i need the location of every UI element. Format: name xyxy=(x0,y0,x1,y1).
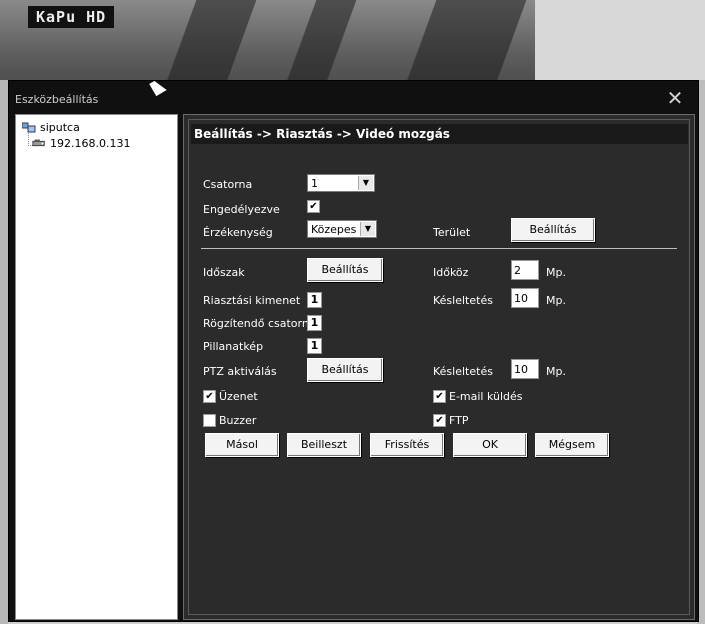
chevron-down-icon: ▼ xyxy=(360,222,375,236)
message-checkbox[interactable]: ✔ xyxy=(203,390,216,403)
interval-label: Időköz xyxy=(433,266,469,279)
title-bar: Eszközbeállítás ✕ xyxy=(9,81,698,111)
snapshot-label: Pillanatkép xyxy=(203,340,264,353)
ptz-delay-input[interactable]: 10 xyxy=(511,359,539,379)
enabled-label: Engedélyezve xyxy=(203,203,280,216)
paste-button[interactable]: Beilleszt xyxy=(287,433,361,457)
buzzer-checkbox[interactable] xyxy=(203,414,216,427)
divider xyxy=(201,248,677,249)
snapshot-channel[interactable]: 1 xyxy=(307,338,322,354)
sensitivity-select[interactable]: Közepes ▼ xyxy=(307,220,377,238)
device-tree: siputca 192.168.0.131 xyxy=(15,114,178,620)
email-label: E-mail küldés xyxy=(449,390,523,403)
chevron-down-icon: ▼ xyxy=(358,176,373,190)
ftp-label: FTP xyxy=(449,414,469,427)
ptz-delay-unit: Mp. xyxy=(546,365,566,378)
tree-item-device[interactable]: 192.168.0.131 xyxy=(32,137,130,150)
interval-unit: Mp. xyxy=(546,266,566,279)
interval-input[interactable]: 2 xyxy=(511,260,539,280)
ok-button[interactable]: OK xyxy=(453,433,527,457)
tree-item-root-label: siputca xyxy=(40,121,80,134)
tree-item-device-label: 192.168.0.131 xyxy=(50,137,131,150)
breadcrumb: Beállítás -> Riasztás -> Videó mozgás xyxy=(191,124,688,144)
channel-select[interactable]: 1 ▼ xyxy=(307,174,375,192)
cancel-button[interactable]: Mégsem xyxy=(535,433,609,457)
refresh-button[interactable]: Frissítés xyxy=(370,433,444,457)
alarm-output-label: Riasztási kimenet xyxy=(203,294,301,307)
ptz-settings-button[interactable]: Beállítás xyxy=(307,358,383,382)
record-channel-label: Rögzítendő csatorna xyxy=(203,317,316,330)
settings-panel-inner: Beállítás -> Riasztás -> Videó mozgás Cs… xyxy=(188,119,690,615)
camera-label: KaPu HD xyxy=(28,6,115,28)
message-label: Üzenet xyxy=(219,390,258,403)
sensitivity-value: Közepes xyxy=(311,223,357,236)
ptz-delay-label: Késleltetés xyxy=(433,365,493,378)
buzzer-label: Buzzer xyxy=(219,414,257,427)
ftp-checkbox[interactable]: ✔ xyxy=(433,414,446,427)
email-checkbox[interactable]: ✔ xyxy=(433,390,446,403)
ptz-label: PTZ aktiválás xyxy=(203,365,277,378)
device-icon xyxy=(32,139,45,147)
delay-input[interactable]: 10 xyxy=(511,288,539,308)
record-channel[interactable]: 1 xyxy=(307,315,322,331)
alarm-output-channel[interactable]: 1 xyxy=(307,292,322,308)
window-title: Eszközbeállítás xyxy=(15,93,99,106)
period-label: Időszak xyxy=(203,266,245,279)
channel-label: Csatorna xyxy=(203,178,253,191)
enabled-checkbox[interactable]: ✔ xyxy=(307,200,320,213)
settings-window: Eszközbeállítás ✕ siputca 192.168.0.131 … xyxy=(8,80,699,622)
period-settings-button[interactable]: Beállítás xyxy=(307,258,383,282)
settings-panel: Beállítás -> Riasztás -> Videó mozgás Cs… xyxy=(183,114,695,620)
sensitivity-label: Érzékenység xyxy=(203,226,273,239)
left-edge xyxy=(0,80,8,624)
delay-label: Késleltetés xyxy=(433,294,493,307)
channel-value: 1 xyxy=(311,177,318,190)
region-settings-button[interactable]: Beállítás xyxy=(511,218,595,242)
copy-button[interactable]: Másol xyxy=(205,433,279,457)
delay-unit: Mp. xyxy=(546,294,566,307)
group-icon xyxy=(22,122,36,133)
close-icon[interactable]: ✕ xyxy=(666,88,684,108)
region-label: Terület xyxy=(433,226,471,239)
